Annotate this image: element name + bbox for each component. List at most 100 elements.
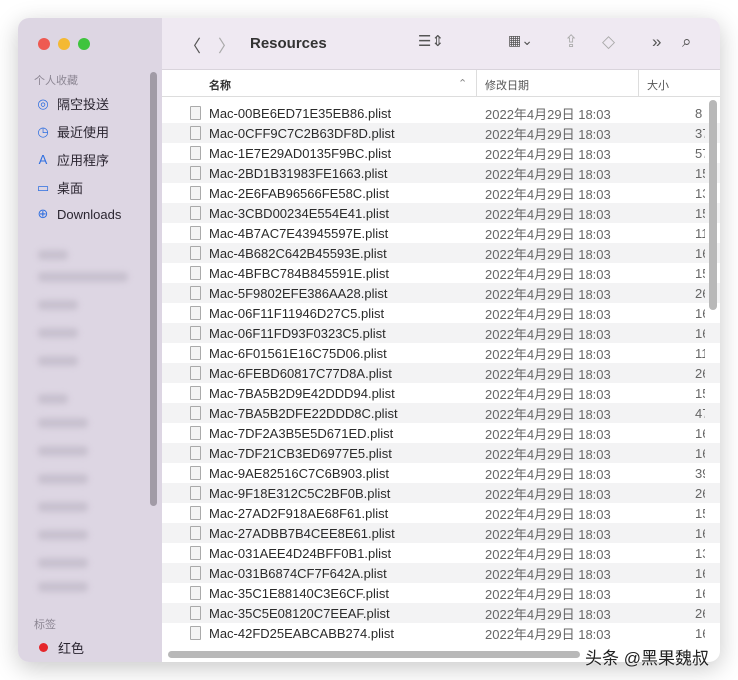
horizontal-scrollbar[interactable] (168, 651, 580, 658)
file-name: Mac-27ADBB7B4CEE8E61.plist (209, 525, 395, 541)
file-icon (190, 586, 201, 600)
file-row[interactable]: Mac-42FD25EABCABB274.plist 2022年4月29日 18:… (162, 623, 720, 643)
file-row[interactable]: Mac-35C5E08120C7EEAF.plist 2022年4月29日 18:… (162, 603, 720, 623)
file-size: 16 KB (695, 625, 705, 641)
file-icon (190, 166, 201, 180)
sidebar-item-desktop[interactable]: ▭ 桌面 (36, 178, 83, 197)
file-row[interactable]: Mac-2E6FAB96566FE58C.plist 2022年4月29日 18:… (162, 183, 720, 203)
file-icon (190, 626, 201, 640)
file-row[interactable]: Mac-4B7AC7E43945597E.plist 2022年4月29日 18:… (162, 223, 720, 243)
file-name: Mac-1E7E29AD0135F9BC.plist (209, 145, 392, 161)
window-title: Resources (250, 35, 327, 52)
file-icon (190, 466, 201, 480)
file-name: Mac-2BD1B31983FE1663.plist (209, 165, 388, 181)
file-icon (190, 126, 201, 140)
file-date: 2022年4月29日 18:03 (485, 306, 611, 322)
file-name: Mac-06F11F11946D27C5.plist (209, 305, 385, 321)
file-row[interactable]: Mac-7BA5B2DFE22DDD8C.plist 2022年4月29日 18:… (162, 403, 720, 423)
file-date: 2022年4月29日 18:03 (485, 366, 611, 382)
file-row[interactable]: Mac-1E7E29AD0135F9BC.plist 2022年4月29日 18:… (162, 143, 720, 163)
file-row[interactable]: Mac-06F11F11946D27C5.plist 2022年4月29日 18:… (162, 303, 720, 323)
file-date: 2022年4月29日 18:03 (485, 446, 611, 462)
tag-red[interactable]: 红色 (36, 638, 84, 657)
file-date: 2022年4月29日 18:03 (485, 506, 611, 522)
watermark: 头条 @黑果魏叔 (585, 649, 709, 668)
group-icon[interactable]: ▦⌄ (508, 32, 533, 49)
file-date: 2022年4月29日 18:03 (485, 566, 611, 582)
file-list: Mac-00BE6ED71E35EB86.plist 2022年4月29日 18:… (162, 103, 720, 648)
file-size: 15 KB (695, 205, 705, 221)
file-icon (190, 386, 201, 400)
file-row[interactable]: Mac-7DF21CB3ED6977E5.plist 2022年4月29日 18:… (162, 443, 720, 463)
share-icon[interactable]: ⇪ (564, 32, 578, 52)
file-icon (190, 106, 201, 120)
file-row[interactable]: Mac-4B682C642B45593E.plist 2022年4月29日 18:… (162, 243, 720, 263)
file-icon (190, 206, 201, 220)
file-name: Mac-4BFBC784B845591E.plist (209, 265, 389, 281)
file-row[interactable]: Mac-27AD2F918AE68F61.plist 2022年4月29日 18:… (162, 503, 720, 523)
file-date: 2022年4月29日 18:03 (485, 606, 611, 622)
file-icon (190, 326, 201, 340)
list-view-icon[interactable]: ☰⇕ (418, 32, 444, 50)
file-row[interactable]: Mac-00BE6ED71E35EB86.plist 2022年4月29日 18:… (162, 103, 720, 123)
file-size: 26 KB (695, 365, 705, 381)
file-row[interactable]: Mac-3CBD00234E554E41.plist 2022年4月29日 18:… (162, 203, 720, 223)
file-row[interactable]: Mac-06F11FD93F0323C5.plist 2022年4月29日 18:… (162, 323, 720, 343)
minimize-button[interactable] (58, 38, 70, 50)
sort-ascending-icon: ⌃ (458, 78, 468, 90)
file-row[interactable]: Mac-2BD1B31983FE1663.plist 2022年4月29日 18:… (162, 163, 720, 183)
zoom-button[interactable] (78, 38, 90, 50)
file-name: Mac-7BA5B2D9E42DDD94.plist (209, 385, 395, 401)
file-date: 2022年4月29日 18:03 (485, 626, 611, 642)
blurred-item (38, 558, 88, 568)
file-row[interactable]: Mac-9F18E312C5C2BF0B.plist 2022年4月29日 18:… (162, 483, 720, 503)
file-size: 11 KB (695, 225, 705, 241)
file-date: 2022年4月29日 18:03 (485, 206, 611, 222)
back-icon[interactable]: 〈 (184, 32, 201, 57)
file-row[interactable]: Mac-0CFF9C7C2B63DF8D.plist 2022年4月29日 18:… (162, 123, 720, 143)
vertical-scrollbar[interactable] (709, 100, 717, 310)
file-icon (190, 606, 201, 620)
file-row[interactable]: Mac-6FEBD60817C77D8A.plist 2022年4月29日 18:… (162, 363, 720, 383)
file-date: 2022年4月29日 18:03 (485, 226, 611, 242)
file-date: 2022年4月29日 18:03 (485, 186, 611, 202)
file-size: 15 KB (695, 165, 705, 181)
file-name: Mac-0CFF9C7C2B63DF8D.plist (209, 125, 395, 141)
search-icon[interactable]: ⌕ (682, 32, 692, 52)
file-row[interactable]: Mac-031B6874CF7F642A.plist 2022年4月29日 18:… (162, 563, 720, 583)
file-row[interactable]: Mac-7BA5B2D9E42DDD94.plist 2022年4月29日 18:… (162, 383, 720, 403)
file-name: Mac-42FD25EABCABB274.plist (209, 625, 394, 641)
column-date[interactable]: 修改日期 (485, 77, 529, 93)
more-icon[interactable]: » (652, 32, 661, 52)
file-name: Mac-2E6FAB96566FE58C.plist (209, 185, 389, 201)
file-date: 2022年4月29日 18:03 (485, 546, 611, 562)
sidebar-item-applications[interactable]: A 应用程序 (36, 150, 109, 169)
file-name: Mac-7BA5B2DFE22DDD8C.plist (209, 405, 398, 421)
file-icon (190, 306, 201, 320)
sidebar-scrollbar[interactable] (150, 72, 157, 506)
sidebar-item-airdrop[interactable]: ◎ 隔空投送 (36, 94, 109, 113)
file-row[interactable]: Mac-5F9802EFE386AA28.plist 2022年4月29日 18:… (162, 283, 720, 303)
file-date: 2022年4月29日 18:03 (485, 406, 611, 422)
sidebar-item-recents[interactable]: ◷ 最近使用 (36, 122, 109, 141)
file-row[interactable]: Mac-031AEE4D24BFF0B1.plist 2022年4月29日 18:… (162, 543, 720, 563)
file-row[interactable]: Mac-4BFBC784B845591E.plist 2022年4月29日 18:… (162, 263, 720, 283)
file-row[interactable]: Mac-27ADBB7B4CEE8E61.plist 2022年4月29日 18:… (162, 523, 720, 543)
file-row[interactable]: Mac-7DF2A3B5E5D671ED.plist 2022年4月29日 18:… (162, 423, 720, 443)
close-button[interactable] (38, 38, 50, 50)
file-name: Mac-00BE6ED71E35EB86.plist (209, 105, 392, 121)
file-row[interactable]: Mac-35C1E88140C3E6CF.plist 2022年4月29日 18:… (162, 583, 720, 603)
file-date: 2022年4月29日 18:03 (485, 426, 611, 442)
file-row[interactable]: Mac-9AE82516C7C6B903.plist 2022年4月29日 18:… (162, 463, 720, 483)
file-size: 16 KB (695, 445, 705, 461)
column-name[interactable]: 名称 (209, 77, 231, 93)
file-size: 15 KB (695, 505, 705, 521)
file-size: 26 KB (695, 605, 705, 621)
file-row[interactable]: Mac-6F01561E16C75D06.plist 2022年4月29日 18:… (162, 343, 720, 363)
column-size[interactable]: 大小 (647, 77, 669, 93)
forward-icon[interactable]: 〉 (218, 32, 235, 57)
file-date: 2022年4月29日 18:03 (485, 266, 611, 282)
sidebar-item-downloads[interactable]: ⊕ Downloads (36, 206, 122, 222)
tag-icon[interactable]: ◇ (602, 32, 615, 52)
file-name: Mac-35C1E88140C3E6CF.plist (209, 585, 389, 601)
